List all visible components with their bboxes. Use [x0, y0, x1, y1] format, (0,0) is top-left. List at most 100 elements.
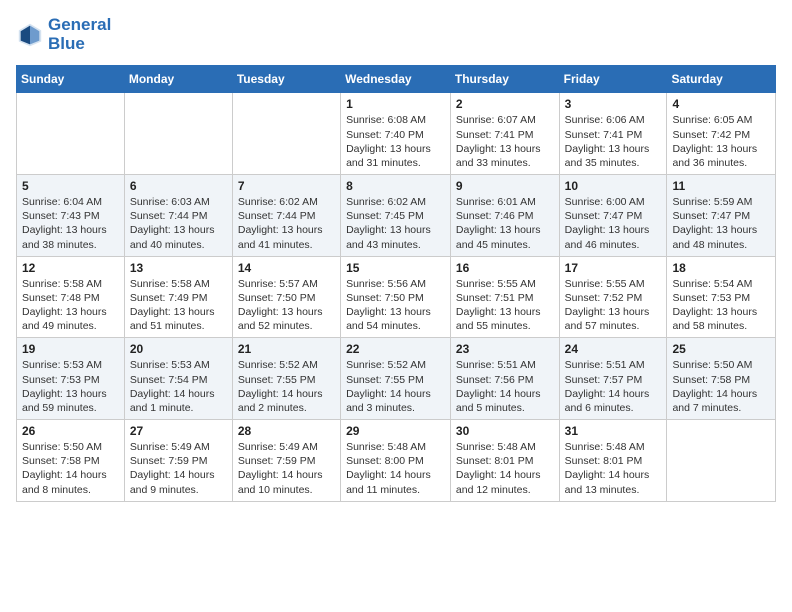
day-number: 27	[130, 424, 227, 438]
calendar-cell: 18 Sunrise: 5:54 AM Sunset: 7:53 PM Dayli…	[667, 256, 776, 338]
day-number: 11	[672, 179, 770, 193]
day-number: 7	[238, 179, 335, 193]
day-number: 25	[672, 342, 770, 356]
day-header-monday: Monday	[124, 66, 232, 93]
calendar-cell	[232, 93, 340, 175]
day-info: Sunrise: 5:51 AM Sunset: 7:57 PM Dayligh…	[565, 358, 662, 415]
day-header-wednesday: Wednesday	[341, 66, 451, 93]
calendar-cell: 27 Sunrise: 5:49 AM Sunset: 7:59 PM Dayli…	[124, 420, 232, 502]
day-number: 18	[672, 261, 770, 275]
day-info: Sunrise: 5:57 AM Sunset: 7:50 PM Dayligh…	[238, 277, 335, 334]
calendar-cell: 9Sunrise: 6:01 AM Sunset: 7:46 PM Daylig…	[450, 175, 559, 257]
day-number: 23	[456, 342, 554, 356]
calendar-cell: 13 Sunrise: 5:58 AM Sunset: 7:49 PM Dayli…	[124, 256, 232, 338]
calendar-cell: 22 Sunrise: 5:52 AM Sunset: 7:55 PM Dayli…	[341, 338, 451, 420]
day-info: Sunrise: 5:53 AM Sunset: 7:53 PM Dayligh…	[22, 358, 119, 415]
day-number: 26	[22, 424, 119, 438]
day-info: Sunrise: 5:50 AM Sunset: 7:58 PM Dayligh…	[22, 440, 119, 497]
day-header-friday: Friday	[559, 66, 667, 93]
day-number: 29	[346, 424, 445, 438]
day-info: Sunrise: 5:58 AM Sunset: 7:48 PM Dayligh…	[22, 277, 119, 334]
calendar-cell: 29 Sunrise: 5:48 AM Sunset: 8:00 PM Dayli…	[341, 420, 451, 502]
day-number: 19	[22, 342, 119, 356]
day-info: Sunrise: 5:55 AM Sunset: 7:52 PM Dayligh…	[565, 277, 662, 334]
day-info: Sunrise: 6:02 AM Sunset: 7:45 PM Dayligh…	[346, 195, 445, 252]
calendar-cell: 12 Sunrise: 5:58 AM Sunset: 7:48 PM Dayli…	[17, 256, 125, 338]
day-header-saturday: Saturday	[667, 66, 776, 93]
day-info: Sunrise: 5:50 AM Sunset: 7:58 PM Dayligh…	[672, 358, 770, 415]
day-number: 16	[456, 261, 554, 275]
calendar-cell: 25 Sunrise: 5:50 AM Sunset: 7:58 PM Dayli…	[667, 338, 776, 420]
day-info: Sunrise: 6:06 AM Sunset: 7:41 PM Dayligh…	[565, 113, 662, 170]
day-info: Sunrise: 6:02 AM Sunset: 7:44 PM Dayligh…	[238, 195, 335, 252]
day-info: Sunrise: 6:03 AM Sunset: 7:44 PM Dayligh…	[130, 195, 227, 252]
calendar-cell: 15Sunrise: 5:56 AM Sunset: 7:50 PM Dayli…	[341, 256, 451, 338]
day-header-thursday: Thursday	[450, 66, 559, 93]
day-number: 28	[238, 424, 335, 438]
day-header-tuesday: Tuesday	[232, 66, 340, 93]
day-number: 10	[565, 179, 662, 193]
calendar-cell: 31 Sunrise: 5:48 AM Sunset: 8:01 PM Dayli…	[559, 420, 667, 502]
day-number: 1	[346, 97, 445, 111]
day-info: Sunrise: 5:59 AM Sunset: 7:47 PM Dayligh…	[672, 195, 770, 252]
calendar-cell: 17 Sunrise: 5:55 AM Sunset: 7:52 PM Dayli…	[559, 256, 667, 338]
day-number: 31	[565, 424, 662, 438]
calendar-week-row: 1 Sunrise: 6:08 AM Sunset: 7:40 PM Daylig…	[17, 93, 776, 175]
day-info: Sunrise: 5:48 AM Sunset: 8:01 PM Dayligh…	[456, 440, 554, 497]
calendar-cell: 28 Sunrise: 5:49 AM Sunset: 7:59 PM Dayli…	[232, 420, 340, 502]
calendar-week-row: 19 Sunrise: 5:53 AM Sunset: 7:53 PM Dayli…	[17, 338, 776, 420]
calendar-cell: 16 Sunrise: 5:55 AM Sunset: 7:51 PM Dayli…	[450, 256, 559, 338]
calendar-table: SundayMondayTuesdayWednesdayThursdayFrid…	[16, 65, 776, 501]
day-info: Sunrise: 5:49 AM Sunset: 7:59 PM Dayligh…	[130, 440, 227, 497]
logo-text: General Blue	[48, 16, 111, 53]
day-info: Sunrise: 5:48 AM Sunset: 8:01 PM Dayligh…	[565, 440, 662, 497]
day-number: 21	[238, 342, 335, 356]
day-number: 6	[130, 179, 227, 193]
day-number: 12	[22, 261, 119, 275]
calendar-cell: 11 Sunrise: 5:59 AM Sunset: 7:47 PM Dayli…	[667, 175, 776, 257]
calendar-week-row: 5 Sunrise: 6:04 AM Sunset: 7:43 PM Daylig…	[17, 175, 776, 257]
calendar-cell: 26 Sunrise: 5:50 AM Sunset: 7:58 PM Dayli…	[17, 420, 125, 502]
day-number: 8	[346, 179, 445, 193]
day-info: Sunrise: 5:52 AM Sunset: 7:55 PM Dayligh…	[238, 358, 335, 415]
day-info: Sunrise: 6:08 AM Sunset: 7:40 PM Dayligh…	[346, 113, 445, 170]
calendar-cell: 21 Sunrise: 5:52 AM Sunset: 7:55 PM Dayli…	[232, 338, 340, 420]
calendar-cell: 3 Sunrise: 6:06 AM Sunset: 7:41 PM Daylig…	[559, 93, 667, 175]
calendar-header-row: SundayMondayTuesdayWednesdayThursdayFrid…	[17, 66, 776, 93]
calendar-cell: 1 Sunrise: 6:08 AM Sunset: 7:40 PM Daylig…	[341, 93, 451, 175]
day-info: Sunrise: 5:55 AM Sunset: 7:51 PM Dayligh…	[456, 277, 554, 334]
day-number: 22	[346, 342, 445, 356]
day-number: 2	[456, 97, 554, 111]
day-info: Sunrise: 6:07 AM Sunset: 7:41 PM Dayligh…	[456, 113, 554, 170]
day-info: Sunrise: 6:04 AM Sunset: 7:43 PM Dayligh…	[22, 195, 119, 252]
day-number: 17	[565, 261, 662, 275]
day-number: 4	[672, 97, 770, 111]
day-info: Sunrise: 5:49 AM Sunset: 7:59 PM Dayligh…	[238, 440, 335, 497]
day-number: 20	[130, 342, 227, 356]
day-info: Sunrise: 6:05 AM Sunset: 7:42 PM Dayligh…	[672, 113, 770, 170]
page-header: General Blue	[16, 16, 776, 53]
day-number: 24	[565, 342, 662, 356]
day-number: 30	[456, 424, 554, 438]
day-info: Sunrise: 5:54 AM Sunset: 7:53 PM Dayligh…	[672, 277, 770, 334]
calendar-cell: 5 Sunrise: 6:04 AM Sunset: 7:43 PM Daylig…	[17, 175, 125, 257]
calendar-cell	[124, 93, 232, 175]
calendar-cell: 10Sunrise: 6:00 AM Sunset: 7:47 PM Dayli…	[559, 175, 667, 257]
calendar-cell: 20Sunrise: 5:53 AM Sunset: 7:54 PM Dayli…	[124, 338, 232, 420]
day-number: 3	[565, 97, 662, 111]
calendar-cell	[17, 93, 125, 175]
day-info: Sunrise: 5:48 AM Sunset: 8:00 PM Dayligh…	[346, 440, 445, 497]
day-info: Sunrise: 5:52 AM Sunset: 7:55 PM Dayligh…	[346, 358, 445, 415]
calendar-cell: 24 Sunrise: 5:51 AM Sunset: 7:57 PM Dayli…	[559, 338, 667, 420]
calendar-cell: 4 Sunrise: 6:05 AM Sunset: 7:42 PM Daylig…	[667, 93, 776, 175]
day-header-sunday: Sunday	[17, 66, 125, 93]
day-number: 13	[130, 261, 227, 275]
calendar-cell: 30 Sunrise: 5:48 AM Sunset: 8:01 PM Dayli…	[450, 420, 559, 502]
logo: General Blue	[16, 16, 111, 53]
day-info: Sunrise: 6:01 AM Sunset: 7:46 PM Dayligh…	[456, 195, 554, 252]
calendar-cell: 23Sunrise: 5:51 AM Sunset: 7:56 PM Dayli…	[450, 338, 559, 420]
day-info: Sunrise: 5:58 AM Sunset: 7:49 PM Dayligh…	[130, 277, 227, 334]
calendar-cell: 6 Sunrise: 6:03 AM Sunset: 7:44 PM Daylig…	[124, 175, 232, 257]
calendar-cell: 19 Sunrise: 5:53 AM Sunset: 7:53 PM Dayli…	[17, 338, 125, 420]
day-number: 5	[22, 179, 119, 193]
